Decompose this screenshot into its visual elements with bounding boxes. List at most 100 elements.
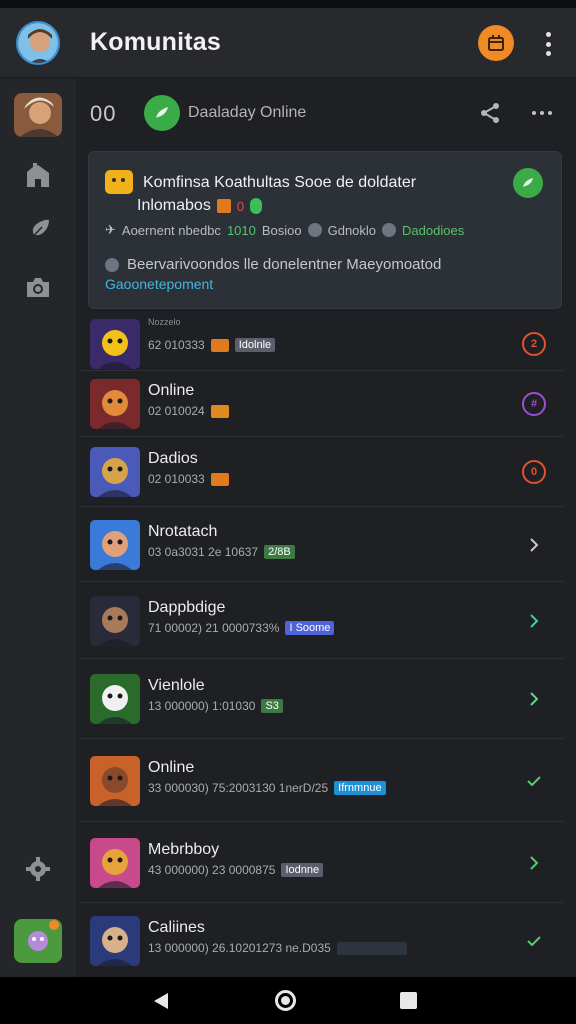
list-item[interactable]: Dadios 02 010033 0: [80, 437, 564, 507]
notification-badge[interactable]: 2: [522, 332, 546, 356]
user-profile-avatar[interactable]: [14, 919, 62, 963]
check-icon[interactable]: [522, 929, 546, 953]
status-badge: Idolnle: [234, 338, 276, 352]
server-rail: [0, 79, 76, 977]
share-icon[interactable]: [478, 101, 502, 125]
item-subtitle-text: 13 000000) 1:01030: [148, 699, 256, 713]
game-thumbnail: [90, 447, 140, 497]
game-thumbnail: [90, 519, 140, 570]
item-name: Nrotatach: [148, 522, 218, 540]
item-name: Caliines: [148, 919, 205, 936]
item-subtitle-text: 02 010033: [148, 472, 205, 486]
item-subtitle: 13 000000) 26.10201273 ne.D035: [148, 941, 407, 955]
item-subtitle-text: 43 000000) 23 0000875: [148, 862, 276, 877]
status-badge: [210, 338, 229, 352]
channel-header: 00 Daaladay Online: [76, 79, 576, 147]
meta-green: Dadodioes: [402, 222, 465, 238]
settings-gear-icon[interactable]: [22, 853, 54, 885]
card-status-icon[interactable]: [513, 168, 543, 198]
feather-icon[interactable]: [22, 215, 54, 247]
card-subtitle-text: Inlomabos: [137, 197, 211, 214]
chevron-right-icon[interactable]: [522, 533, 546, 557]
game-thumbnail: [90, 674, 140, 724]
chevron-right-icon[interactable]: [522, 687, 546, 711]
more-icon[interactable]: [532, 111, 552, 115]
main-panel: 00 Daaladay Online Komfinsa Koathultas S…: [76, 79, 576, 979]
meta-right: Gdnoklo: [327, 222, 377, 238]
item-small-title: Nozzelo: [148, 317, 181, 327]
status-badge: Ifrnmnue: [334, 780, 386, 795]
list-item[interactable]: Mebrbboy 43 000000) 23 0000875 Iodnne: [80, 822, 564, 903]
list-item[interactable]: Nozzelo 62 010333 Idolnle 2: [80, 317, 564, 371]
status-bar: [0, 0, 576, 8]
card-description-text: Beervarivoondos lle donelentner Maeyomoa…: [127, 256, 442, 273]
item-name: Mebrbboy: [148, 840, 220, 858]
calendar-button[interactable]: [478, 25, 514, 61]
featured-event-card[interactable]: Komfinsa Koathultas Sooe de doldater Inl…: [88, 151, 562, 309]
user-avatar[interactable]: [16, 20, 60, 65]
badge-count: 0: [236, 198, 245, 214]
status-badge: 2/8B: [264, 544, 295, 559]
clock-icon: [105, 257, 119, 272]
badge-green-icon: [250, 198, 263, 214]
list-item[interactable]: Online 02 010024 #: [80, 371, 564, 437]
camera-icon[interactable]: [22, 271, 54, 303]
calendar-icon: [488, 35, 504, 51]
check-icon[interactable]: [522, 769, 546, 793]
chevron-right-icon[interactable]: [522, 609, 546, 633]
list-item[interactable]: Online 33 000030) 75:2003130 1nerD/25 Ifrn…: [80, 739, 564, 822]
chevron-right-icon[interactable]: [522, 851, 546, 875]
card-link[interactable]: Gaoonetepoment: [105, 276, 213, 292]
item-name: Dappbdige: [148, 598, 226, 616]
list-item[interactable]: Dappbdige 71 00002) 21 0000733% I Soome: [80, 582, 564, 659]
item-subtitle: 02 010024: [148, 404, 229, 418]
meta-mid: Bosioo: [261, 222, 302, 238]
item-subtitle-text: 33 000030) 75:2003130 1nerD/25: [148, 780, 329, 795]
kebab-menu-icon[interactable]: [538, 30, 558, 58]
item-name: Dadios: [148, 450, 198, 467]
app-title: Komunitas: [90, 28, 221, 56]
notification-badge[interactable]: #: [522, 392, 546, 416]
list-item[interactable]: Nrotatach 03 0a3031 2e 10637 2/8B: [80, 507, 564, 582]
notification-badge[interactable]: 0: [522, 460, 546, 484]
game-thumbnail: [90, 755, 140, 806]
system-nav-bar: [0, 977, 576, 1024]
list-item[interactable]: Vienlole 13 000000) 1:01030 S3: [80, 659, 564, 739]
status-badge: I Soome: [285, 620, 335, 635]
back-icon[interactable]: [152, 992, 170, 1010]
info-icon: [307, 223, 322, 237]
pin-icon: ✈: [105, 222, 116, 237]
info-icon: [382, 223, 397, 237]
channel-id: 00: [90, 101, 117, 126]
game-thumbnail: [90, 837, 140, 888]
game-thumbnail: [90, 916, 140, 966]
top-app-bar: Komunitas: [0, 8, 576, 78]
meta-left: Aoernent nbedbc: [121, 222, 221, 238]
recents-icon[interactable]: [400, 992, 417, 1009]
emoji-icon: [105, 170, 133, 194]
status-badge: [210, 472, 229, 486]
item-name: Online: [148, 382, 195, 399]
status-badge: S3: [261, 699, 283, 713]
card-meta: ✈ Aoernent nbedbc 1010 Bosioo Gdnoklo Da…: [105, 222, 464, 238]
item-subtitle: 33 000030) 75:2003130 1nerD/25 Ifrnmnue: [148, 780, 386, 795]
home-circle-icon[interactable]: [275, 990, 296, 1011]
card-title: Komfinsa Koathultas Sooe de doldater: [143, 174, 417, 191]
status-badge: [336, 941, 407, 955]
item-subtitle: 02 010033: [148, 472, 229, 486]
status-badge: [210, 404, 229, 418]
item-name: Online: [148, 758, 195, 776]
online-status-icon: [144, 95, 180, 131]
status-badge: Iodnne: [281, 862, 324, 877]
home-icon[interactable]: [22, 159, 54, 191]
item-subtitle: 62 010333 Idolnle: [148, 338, 276, 352]
list-item[interactable]: Caliines 13 000000) 26.10201273 ne.D035: [80, 903, 564, 979]
item-subtitle-text: 13 000000) 26.10201273 ne.D035: [148, 941, 331, 955]
server-avatar[interactable]: [14, 93, 62, 137]
item-subtitle-text: 62 010333: [148, 338, 205, 352]
badge-orange-icon: [216, 199, 231, 213]
channel-name: Daaladay Online: [188, 104, 307, 121]
card-subtitle: Inlomabos 0: [137, 197, 263, 215]
item-subtitle: 71 00002) 21 0000733% I Soome: [148, 620, 335, 635]
item-name: Vienlole: [148, 677, 205, 694]
